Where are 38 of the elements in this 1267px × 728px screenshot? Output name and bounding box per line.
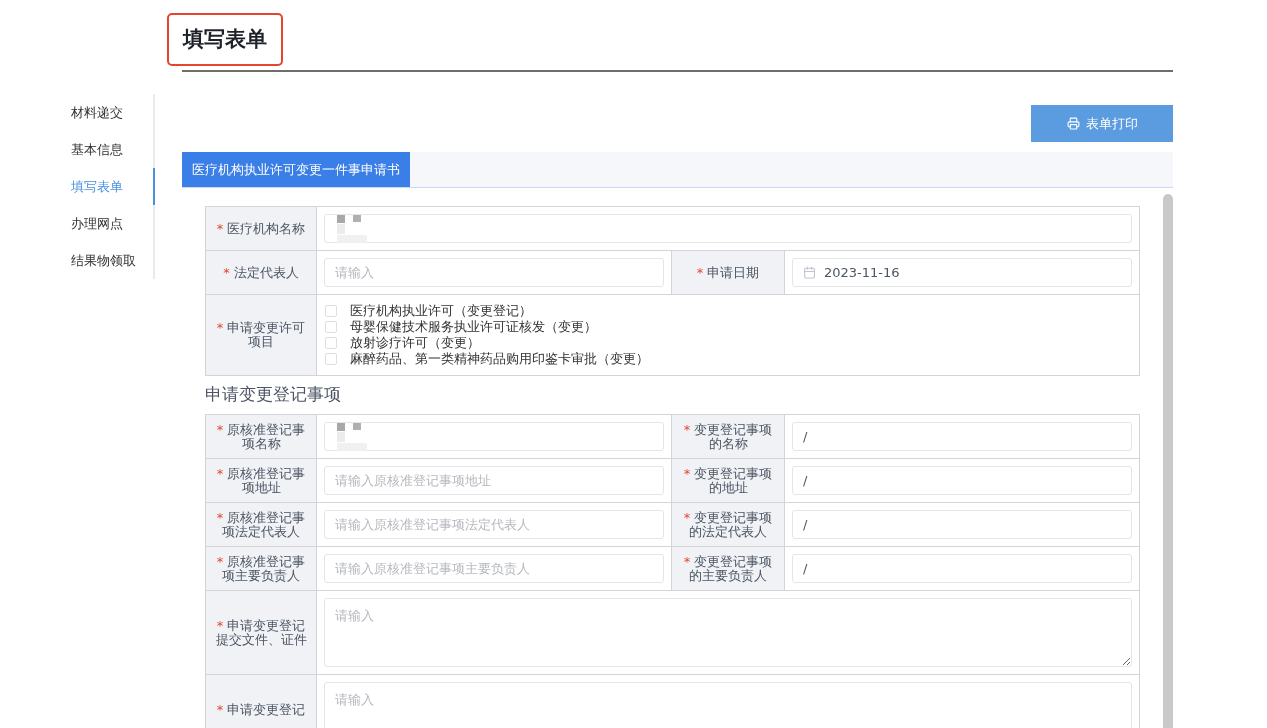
sidebar-item[interactable]: 材料递交: [71, 94, 155, 131]
field-label: * 申请日期: [696, 265, 760, 280]
scrollbar[interactable]: [1163, 194, 1173, 728]
field-label: * 原核准登记事项主要负责人: [215, 554, 307, 583]
input-field[interactable]: [324, 214, 1132, 243]
page-title: 填写表单: [167, 13, 283, 66]
input-field[interactable]: /: [792, 422, 1132, 451]
text-area[interactable]: 请输入: [324, 682, 1132, 728]
field-label: * 原核准登记事项名称: [215, 422, 307, 451]
date-field[interactable]: 2023-11-16: [792, 258, 1132, 287]
field-label: * 医疗机构名称: [216, 221, 306, 236]
field-label: * 申请变更许可项目: [215, 321, 307, 349]
field-label: * 申请变更登记提交文件、证件: [214, 619, 308, 647]
input-field[interactable]: /: [792, 510, 1132, 539]
sidebar-item[interactable]: 基本信息: [71, 131, 155, 168]
calendar-icon: [803, 266, 816, 279]
checkbox-option[interactable]: 医疗机构执业许可（变更登记）: [325, 303, 1131, 319]
field-label: * 原核准登记事项法定代表人: [215, 510, 307, 539]
field-label: * 变更登记事项的名称: [682, 422, 774, 451]
input-field[interactable]: /: [792, 554, 1132, 583]
printer-icon: [1066, 117, 1080, 130]
input-field[interactable]: [324, 422, 664, 451]
field-label: * 变更登记事项的法定代表人: [682, 510, 774, 539]
text-area[interactable]: 请输入: [324, 598, 1132, 667]
checkbox-option[interactable]: 放射诊疗许可（变更）: [325, 335, 1131, 351]
field-label: * 原核准登记事项地址: [215, 466, 307, 495]
sidebar-item[interactable]: 填写表单: [71, 168, 155, 205]
checkbox-option[interactable]: 母婴保健技术服务执业许可证核发（变更）: [325, 319, 1131, 335]
tab[interactable]: 医疗机构执业许可变更一件事申请书: [182, 152, 410, 187]
sidebar-item[interactable]: 结果物领取: [71, 242, 155, 279]
checkbox-option[interactable]: 麻醉药品、第一类精神药品购用印鉴卡审批（变更）: [325, 351, 1131, 367]
input-field[interactable]: /: [792, 466, 1132, 495]
field-label: * 变更登记事项的地址: [682, 466, 774, 495]
field-label: * 变更登记事项的主要负责人: [682, 554, 774, 583]
section-title: 申请变更登记事项: [205, 384, 342, 404]
field-label: * 申请变更登记: [216, 703, 306, 717]
sidebar-item[interactable]: 办理网点: [71, 205, 155, 242]
field-label: * 法定代表人: [223, 265, 299, 280]
